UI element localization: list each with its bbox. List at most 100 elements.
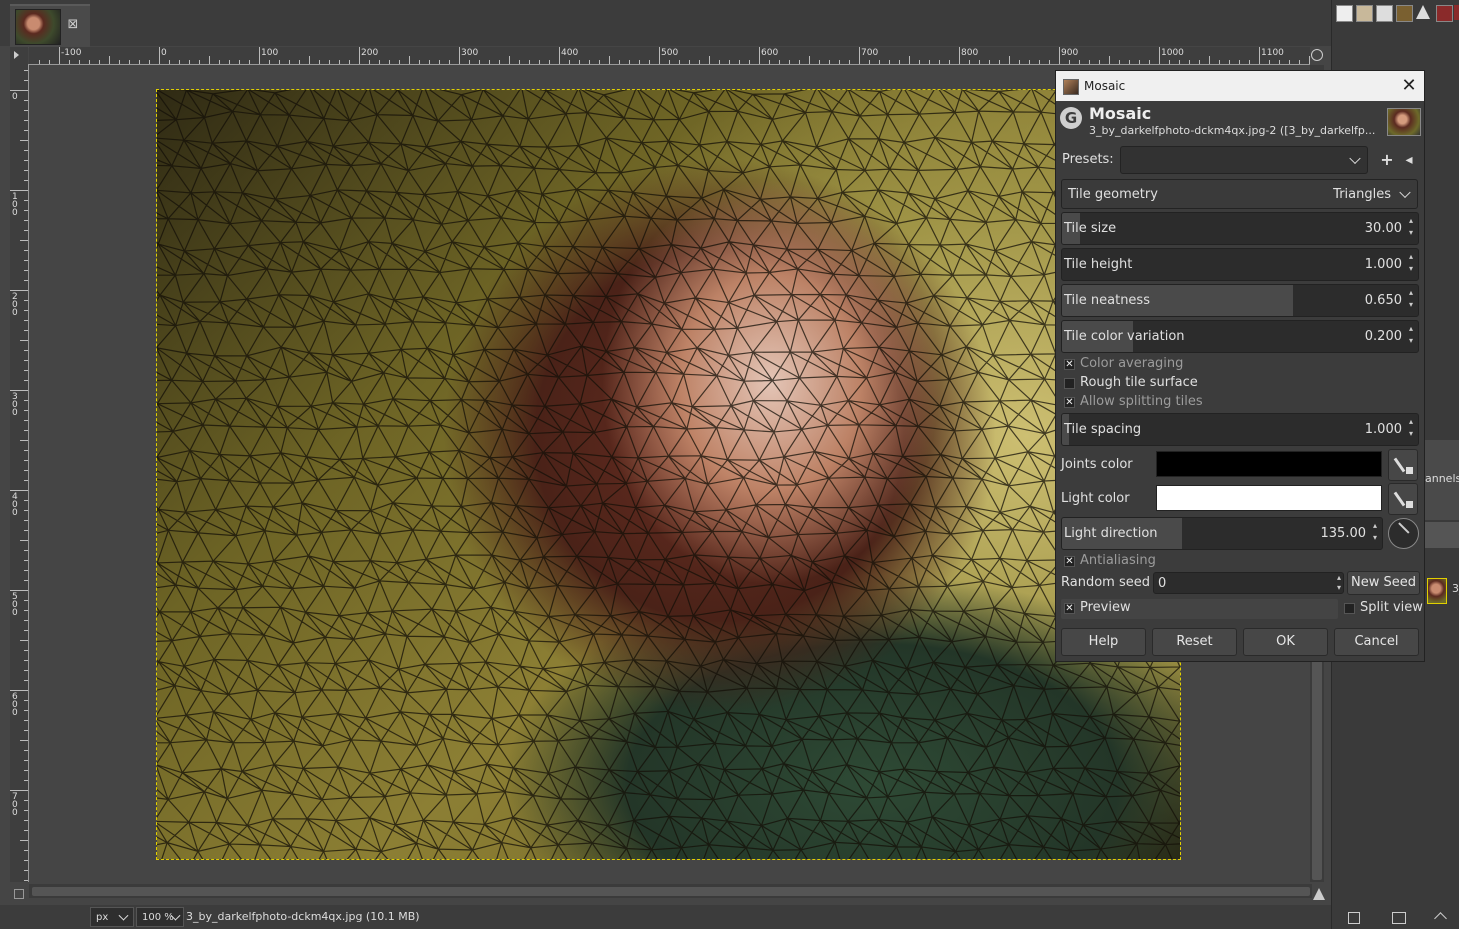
ruler-minor-tick xyxy=(1249,60,1250,64)
close-tab-icon[interactable]: ⊠ xyxy=(66,18,80,32)
tile-spacing-label: Tile spacing xyxy=(1064,422,1142,437)
light-color-swatch[interactable] xyxy=(1156,485,1382,511)
zoom-fit-icon[interactable] xyxy=(1311,49,1323,61)
fonts-icon[interactable] xyxy=(1376,5,1393,22)
dock-field[interactable] xyxy=(1425,522,1459,548)
ruler-label: 100 xyxy=(261,48,279,58)
split-view-checkbox[interactable] xyxy=(1344,603,1355,614)
light-direction-spinner[interactable]: Light direction 135.00 ▴ ▾ xyxy=(1061,517,1383,550)
new-group-icon[interactable] xyxy=(1392,912,1406,924)
image-canvas[interactable] xyxy=(156,89,1181,860)
ruler-minor-tick xyxy=(24,220,28,221)
antialiasing-label[interactable]: Antialiasing xyxy=(1080,553,1156,568)
add-preset-icon[interactable]: + xyxy=(1379,152,1395,168)
ruler-minor-tick xyxy=(1079,60,1080,64)
channels-tab[interactable]: annels xyxy=(1425,472,1459,485)
ruler-major-tick xyxy=(759,47,760,64)
color-averaging-checkbox[interactable]: ✕ xyxy=(1064,359,1075,370)
tile-color-variation-spinner[interactable]: Tile color variation 0.200 ▴ ▾ xyxy=(1061,320,1419,353)
tile-neatness-spinner[interactable]: Tile neatness 0.650 ▴ ▾ xyxy=(1061,284,1419,317)
raise-layer-icon[interactable] xyxy=(1434,912,1447,925)
split-view-label[interactable]: Split view xyxy=(1360,600,1423,615)
zoom-select[interactable]: 100 % xyxy=(136,907,184,927)
spin-arrows-icon[interactable]: ▴ ▾ xyxy=(1406,416,1416,444)
images-icon[interactable] xyxy=(1436,5,1453,22)
tile-height-spinner[interactable]: Tile height 1.000 ▴ ▾ xyxy=(1061,248,1419,281)
ok-button[interactable]: OK xyxy=(1243,628,1328,656)
unit-select[interactable]: px xyxy=(90,907,134,927)
ruler-minor-tick xyxy=(24,110,28,111)
chevron-down-icon xyxy=(1399,186,1411,199)
reset-button[interactable]: Reset xyxy=(1152,628,1237,656)
layer-thumbnail[interactable] xyxy=(1427,578,1447,604)
ruler-minor-tick xyxy=(549,60,550,64)
rough-tile-surface-checkbox[interactable] xyxy=(1064,378,1075,389)
ruler-minor-tick xyxy=(789,60,790,64)
tile-spacing-spinner[interactable]: Tile spacing 1.000 ▴ ▾ xyxy=(1061,413,1419,446)
spin-arrows-icon[interactable]: ▴ ▾ xyxy=(1370,520,1380,548)
preview-label[interactable]: Preview xyxy=(1080,600,1131,615)
tile-geometry-value: Triangles xyxy=(1333,187,1391,202)
ruler-minor-tick xyxy=(489,60,490,64)
ruler-minor-tick xyxy=(24,470,28,471)
ruler-minor-tick xyxy=(24,70,28,71)
chevron-down-icon xyxy=(118,910,129,921)
navigate-icon[interactable] xyxy=(1313,888,1325,900)
more-icon[interactable] xyxy=(1454,5,1459,20)
color-averaging-label[interactable]: Color averaging xyxy=(1080,356,1183,371)
antialiasing-checkbox[interactable]: ✕ xyxy=(1064,556,1075,567)
spin-arrows-icon[interactable]: ▴ ▾ xyxy=(1406,323,1416,351)
ruler-minor-tick xyxy=(24,330,28,331)
ruler-minor-tick xyxy=(24,630,28,631)
help-button[interactable]: Help xyxy=(1061,628,1146,656)
ruler-major-tick xyxy=(659,47,660,64)
ruler-minor-tick xyxy=(349,60,350,64)
ruler-corner[interactable] xyxy=(10,47,28,64)
ruler-minor-tick xyxy=(24,760,28,761)
patterns-icon[interactable] xyxy=(1396,5,1413,22)
spin-arrows-icon[interactable]: ▴ ▾ xyxy=(1406,251,1416,279)
layer-name[interactable]: 3_ xyxy=(1452,582,1459,595)
quick-mask-icon[interactable] xyxy=(14,889,24,899)
new-seed-button[interactable]: New Seed xyxy=(1347,571,1420,595)
horizontal-scroll-thumb[interactable] xyxy=(32,887,1310,896)
warning-icon[interactable] xyxy=(1416,5,1430,19)
allow-splitting-label[interactable]: Allow splitting tiles xyxy=(1080,394,1203,409)
tile-geometry-select[interactable]: Tile geometry Triangles xyxy=(1061,179,1418,209)
rough-tile-surface-label[interactable]: Rough tile surface xyxy=(1080,375,1198,390)
ruler-minor-tick xyxy=(429,60,430,64)
spin-arrows-icon[interactable]: ▴ ▾ xyxy=(1337,573,1341,593)
dialog-titlebar[interactable]: Mosaic ✕ xyxy=(1056,71,1424,101)
ruler-minor-tick xyxy=(609,56,610,64)
light-direction-dial[interactable] xyxy=(1388,518,1419,549)
tile-height-value: 1.000 xyxy=(1364,257,1402,272)
preview-checkbox[interactable]: ✕ xyxy=(1064,603,1075,614)
brushes-icon[interactable] xyxy=(1356,5,1373,22)
vertical-ruler[interactable]: 0 100 200 300 400 500 600 700 xyxy=(10,64,29,882)
spin-arrows-icon[interactable]: ▴ ▾ xyxy=(1406,215,1416,243)
fg-bg-colors-icon[interactable] xyxy=(1336,5,1353,22)
image-tab[interactable]: ⊠ xyxy=(10,4,90,48)
joints-color-picker-button[interactable] xyxy=(1388,449,1418,481)
presets-select[interactable] xyxy=(1120,146,1368,174)
new-layer-icon[interactable] xyxy=(1348,912,1360,924)
horizontal-ruler[interactable]: -100 0 100 200 300 400 500 600 700 800 900 1000 1100 xyxy=(29,47,1310,65)
unit-value: px xyxy=(96,912,109,923)
joints-color-swatch[interactable] xyxy=(1156,451,1382,477)
random-seed-spinner[interactable]: 0 ▴ ▾ xyxy=(1153,572,1344,594)
ruler-minor-tick xyxy=(599,60,600,64)
ruler-minor-tick xyxy=(499,60,500,64)
close-icon[interactable]: ✕ xyxy=(1397,74,1421,98)
image-thumbnail[interactable] xyxy=(15,9,61,45)
cancel-button[interactable]: Cancel xyxy=(1334,628,1419,656)
manage-presets-icon[interactable]: ◂ xyxy=(1401,152,1417,168)
light-color-picker-button[interactable] xyxy=(1388,483,1418,515)
ruler-minor-tick xyxy=(24,350,28,351)
tile-size-value: 30.00 xyxy=(1364,221,1402,236)
tile-size-spinner[interactable]: Tile size 30.00 ▴ ▾ xyxy=(1061,212,1419,245)
spin-arrows-icon[interactable]: ▴ ▾ xyxy=(1406,287,1416,315)
menu-arrow-icon[interactable] xyxy=(14,51,19,59)
allow-splitting-checkbox[interactable]: ✕ xyxy=(1064,397,1075,408)
ruler-minor-tick xyxy=(24,780,28,781)
ruler-minor-tick xyxy=(24,310,28,311)
